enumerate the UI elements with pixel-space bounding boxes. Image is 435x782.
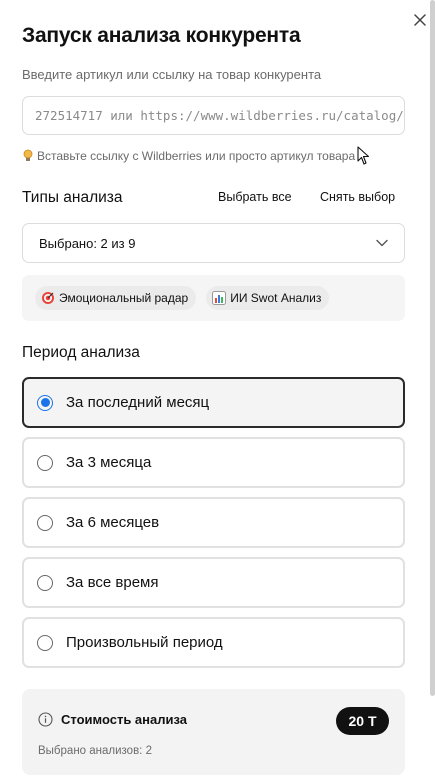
radio-button: [37, 454, 53, 471]
close-button[interactable]: [411, 11, 429, 29]
cost-title: Стоимость анализа: [61, 712, 188, 727]
input-hint: Вставьте ссылку с Wildberries или просто…: [22, 149, 355, 163]
dropdown-value: Выбрано: 2 из 9: [39, 235, 136, 251]
lightbulb-icon: [23, 149, 33, 161]
competitor-analysis-modal: Запуск анализа конкурента Введите артику…: [0, 0, 435, 782]
bar-chart-icon: [212, 291, 227, 305]
modal-title: Запуск анализа конкурента: [22, 24, 301, 47]
chevron-down-icon: [376, 239, 388, 247]
period-label: Период анализа: [22, 344, 140, 361]
period-option-label: За 6 месяцев: [66, 514, 160, 531]
cost-panel: Стоимость анализа 20 T Выбрано анализов:…: [22, 689, 405, 775]
analysis-types-label: Типы анализа: [22, 189, 123, 206]
radio-button-checked: [37, 394, 53, 411]
deselect-all-button[interactable]: Снять выбор: [320, 190, 395, 204]
chip-label: Эмоциональный радар: [59, 291, 189, 305]
chip-swot-analysis[interactable]: ИИ Swot Анализ: [206, 286, 330, 310]
analysis-types-dropdown[interactable]: Выбрано: 2 из 9: [22, 223, 405, 263]
selected-types-chips: Эмоциональный радар ИИ Swot Анализ: [22, 275, 405, 321]
info-icon: [38, 712, 53, 727]
article-input-container: [22, 96, 405, 135]
select-all-button[interactable]: Выбрать все: [218, 190, 292, 204]
radio-button: [37, 514, 53, 531]
period-option-custom[interactable]: Произвольный период: [22, 617, 405, 668]
period-option-3-months[interactable]: За 3 месяца: [22, 437, 405, 488]
period-option-label: За последний месяц: [66, 394, 210, 411]
price-badge: 20 T: [336, 707, 389, 735]
period-option-label: За 3 месяца: [66, 454, 152, 471]
target-icon: [41, 291, 55, 305]
cost-header: Стоимость анализа: [38, 712, 187, 727]
period-option-label: Произвольный период: [66, 634, 223, 651]
close-icon: [414, 14, 426, 26]
hint-text: Вставьте ссылку с Wildberries или просто…: [37, 149, 356, 163]
selected-analyses-count: Выбрано анализов: 2: [38, 745, 152, 757]
article-input[interactable]: [35, 108, 404, 123]
period-option-label: За все время: [66, 574, 159, 591]
radio-button: [37, 634, 53, 651]
period-option-6-months[interactable]: За 6 месяцев: [22, 497, 405, 548]
period-option-last-month[interactable]: За последний месяц: [22, 377, 405, 428]
scrollbar[interactable]: [430, 0, 435, 696]
radio-button: [37, 574, 53, 591]
mouse-cursor-icon: [357, 146, 370, 165]
period-option-all-time[interactable]: За все время: [22, 557, 405, 608]
chip-emotional-radar[interactable]: Эмоциональный радар: [35, 286, 197, 310]
chip-label: ИИ Swot Анализ: [230, 291, 322, 305]
modal-subtitle: Введите артикул или ссылку на товар конк…: [22, 67, 322, 82]
